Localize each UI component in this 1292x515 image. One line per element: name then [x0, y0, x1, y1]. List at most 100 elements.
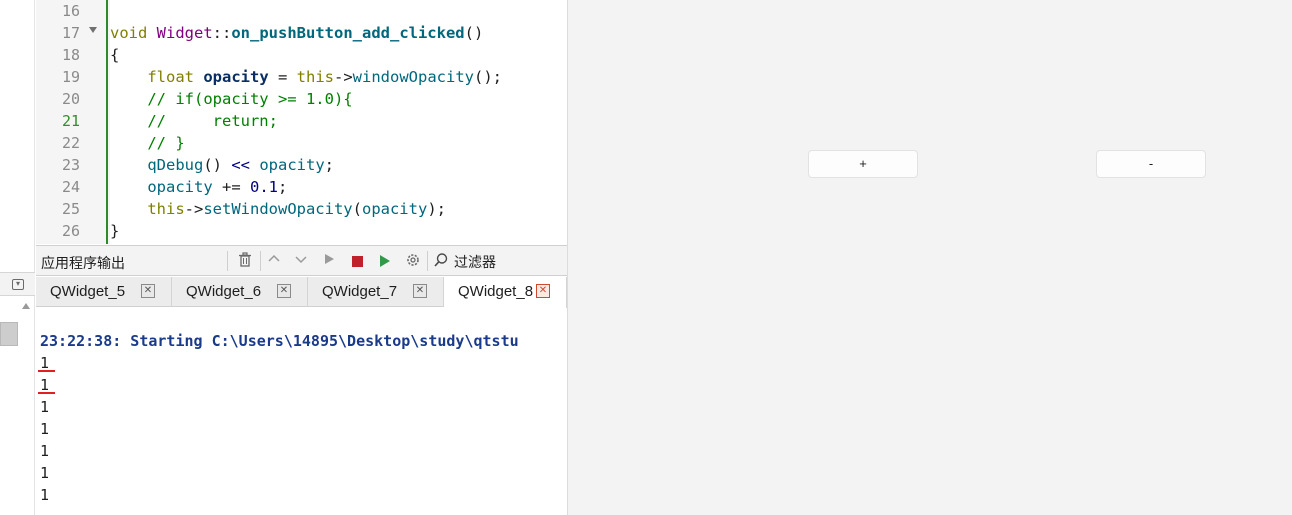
output-toolbar: 应用程序输出 过滤器: [36, 245, 567, 276]
output-pane-title: 应用程序输出: [41, 256, 125, 272]
toolbar-separator: [260, 251, 261, 271]
code-token: ::: [212, 24, 232, 42]
toolbar-separator: [427, 251, 428, 271]
gear-icon[interactable]: [404, 252, 422, 270]
code-line: // }: [110, 132, 185, 154]
tab-4[interactable]: QWidget_8 ✕: [444, 277, 567, 308]
close-icon[interactable]: ✕: [141, 284, 155, 298]
line-number: 18: [61, 46, 80, 64]
line-number: 26: [61, 222, 80, 240]
change-marker-bar: [106, 0, 108, 244]
line-number: 17: [61, 24, 80, 42]
output-tab-bar: QWidget_5 ✕ QWidget_6 ✕ QWidget_7 ✕ QWidget_8 ✕: [36, 277, 567, 308]
code-token: ;: [324, 156, 335, 174]
code-line: void Widget::on_pushButton_add_clicked(): [110, 22, 483, 44]
line-number: 25: [61, 200, 80, 218]
scroll-up-arrow-icon[interactable]: [22, 303, 30, 309]
code-token: setWindowOpacity: [203, 200, 353, 218]
line-number: 23: [61, 156, 80, 174]
tab-3[interactable]: QWidget_7 ✕: [308, 277, 444, 307]
fold-arrow-icon[interactable]: [89, 27, 97, 33]
code-token: this: [296, 68, 334, 86]
line-number: 22: [61, 134, 80, 152]
code-token: opacity: [147, 178, 213, 196]
code-token: ;: [277, 178, 288, 196]
output-line: 1: [40, 398, 50, 416]
trash-icon[interactable]: [236, 252, 254, 270]
code-token: (): [203, 156, 232, 174]
code-token: <<: [231, 156, 250, 174]
run-debug-icon[interactable]: [376, 252, 394, 270]
code-token: ->: [334, 68, 353, 86]
code-token: void: [110, 24, 148, 42]
code-token: =: [268, 68, 297, 86]
code-line: }: [110, 220, 119, 242]
close-icon[interactable]: ✕: [536, 284, 550, 298]
line-number: 20: [61, 90, 80, 108]
red-underline-annotation: [38, 370, 55, 372]
code-token: // }: [110, 134, 185, 152]
tab-label: QWidget_8: [458, 283, 534, 300]
subtract-opacity-button[interactable]: -: [1096, 150, 1206, 178]
code-editor[interactable]: 16 17 18 19 20 21 22 23 24 25 26 void Widget::on_p…: [36, 0, 567, 244]
code-token: ->: [184, 200, 204, 218]
code-token: (: [352, 200, 362, 218]
code-line: float opacity = this->windowOpacity();: [110, 66, 502, 88]
output-line: 1: [40, 464, 50, 482]
code-token: }: [110, 222, 120, 240]
code-token: opacity: [259, 156, 325, 174]
line-number: 19: [61, 68, 80, 86]
code-token: Widget: [156, 24, 213, 42]
tab-label: QWidget_5: [50, 283, 126, 300]
code-token: on_pushButton_add_clicked: [231, 24, 465, 42]
tab-label: QWidget_6: [186, 283, 262, 300]
run-icon[interactable]: [320, 252, 338, 270]
filter-input-placeholder[interactable]: 过滤器: [454, 252, 496, 272]
code-token: ();: [474, 68, 502, 86]
code-token: qDebug: [147, 156, 204, 174]
qt-creator-pane: ▾ 16 17 18 19 20 21 22 23 24 25 26 void Widget::on…: [0, 0, 567, 515]
code-line: {: [110, 44, 119, 66]
code-token: +=: [212, 178, 250, 196]
arrow-up-icon[interactable]: [265, 252, 283, 270]
code-line: opacity += 0.1;: [110, 176, 287, 198]
panel-toggle-button[interactable]: ▾: [0, 272, 35, 296]
tab-2[interactable]: QWidget_6 ✕: [172, 277, 308, 307]
process-start-line: 23:22:38: Starting C:\Users\14895\Deskto…: [40, 332, 519, 350]
line-number-gutter: 16 17 18 19 20 21 22 23 24 25 26: [36, 0, 82, 244]
add-opacity-button[interactable]: +: [808, 150, 918, 178]
code-token: 0.1: [249, 178, 278, 196]
code-line: // if(opacity >= 1.0){: [110, 88, 352, 110]
left-side-rail: ▾: [0, 0, 35, 515]
code-token: {: [110, 46, 120, 64]
arrow-down-icon[interactable]: [292, 252, 310, 270]
collapse-icon: ▾: [12, 279, 24, 290]
code-token: windowOpacity: [352, 68, 474, 86]
output-line: 1: [40, 442, 50, 460]
code-token: this: [147, 200, 185, 218]
code-token: opacity: [361, 200, 428, 218]
tab-label: QWidget_7: [322, 283, 398, 300]
line-number: 16: [61, 2, 80, 20]
code-line: this->setWindowOpacity(opacity);: [110, 198, 446, 220]
code-token: // return;: [110, 112, 278, 130]
application-output-console[interactable]: 23:22:38: Starting C:\Users\14895\Deskto…: [36, 308, 567, 515]
red-underline-annotation: [38, 392, 55, 394]
search-icon[interactable]: [432, 252, 450, 270]
output-line: 1: [40, 486, 50, 504]
close-icon[interactable]: ✕: [413, 284, 427, 298]
stop-icon[interactable]: [348, 252, 366, 270]
close-icon[interactable]: ✕: [277, 284, 291, 298]
code-token: float: [147, 68, 194, 86]
scrollbar-thumb[interactable]: [0, 322, 18, 346]
output-line: 1: [40, 420, 50, 438]
toolbar-separator: [227, 251, 228, 271]
code-token: opacity: [203, 68, 269, 86]
tab-1[interactable]: QWidget_5 ✕: [36, 277, 172, 307]
